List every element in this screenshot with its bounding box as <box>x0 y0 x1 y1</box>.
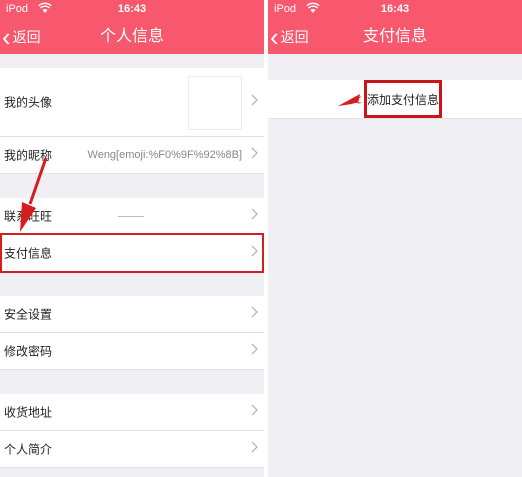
nickname-value: Weng[emoji:%F0%9F%92%8B] <box>87 149 242 161</box>
chevron-right-icon <box>251 440 258 458</box>
chevron-right-icon <box>251 305 258 323</box>
shipping-address-label: 收货地址 <box>4 405 53 420</box>
page-title: 支付信息 <box>362 28 427 45</box>
navigation-bar: ‹ 返回 支付信息 <box>268 20 522 54</box>
change-password-label: 修改密码 <box>4 344 53 359</box>
avatar-row[interactable]: 我的头像 <box>0 68 264 137</box>
payment-info-label: 支付信息 <box>4 246 53 261</box>
security-settings-row[interactable]: 安全设置 <box>0 296 264 333</box>
nickname-row[interactable]: 我的昵称 Weng[emoji:%F0%9F%92%8B] <box>0 137 264 174</box>
wangwang-label: 联系旺旺 <box>4 209 53 224</box>
chevron-right-icon <box>251 342 258 360</box>
status-time: 16:43 <box>117 3 147 15</box>
chevron-right-icon <box>251 403 258 421</box>
security-settings-label: 安全设置 <box>4 307 53 322</box>
status-bar: iPod 16:43 <box>0 0 264 20</box>
status-time: 16:43 <box>380 3 410 15</box>
navigation-bar: ‹ 返回 个人信息 <box>0 20 264 54</box>
wangwang-row[interactable]: 联系旺旺 <box>0 198 264 235</box>
chevron-right-icon <box>251 244 258 262</box>
shipping-address-row[interactable]: 收货地址 <box>0 394 264 431</box>
page-title: 个人信息 <box>99 28 164 45</box>
nickname-label: 我的昵称 <box>4 148 53 163</box>
profile-intro-label: 个人简介 <box>4 442 53 457</box>
chevron-right-icon <box>251 207 258 225</box>
status-bar: iPod 16:43 <box>268 0 522 20</box>
chevron-right-icon <box>251 146 258 164</box>
payment-info-row[interactable]: 支付信息 <box>0 235 264 272</box>
chevron-right-icon <box>251 93 258 111</box>
personal-info-screen: iPod 16:43 ‹ 返回 个人信息 我的头像 我的昵称 Weng[emoj… <box>0 0 264 477</box>
avatar-label: 我的头像 <box>4 95 53 110</box>
avatar <box>188 76 242 130</box>
empty-value-dash <box>118 216 144 217</box>
payment-info-screen: iPod 16:43 ‹ 返回 支付信息 <box>268 0 522 477</box>
add-payment-info-button[interactable]: 添加支付信息 <box>364 80 442 118</box>
profile-intro-row[interactable]: 个人简介 <box>0 431 264 468</box>
change-password-row[interactable]: 修改密码 <box>0 333 264 370</box>
